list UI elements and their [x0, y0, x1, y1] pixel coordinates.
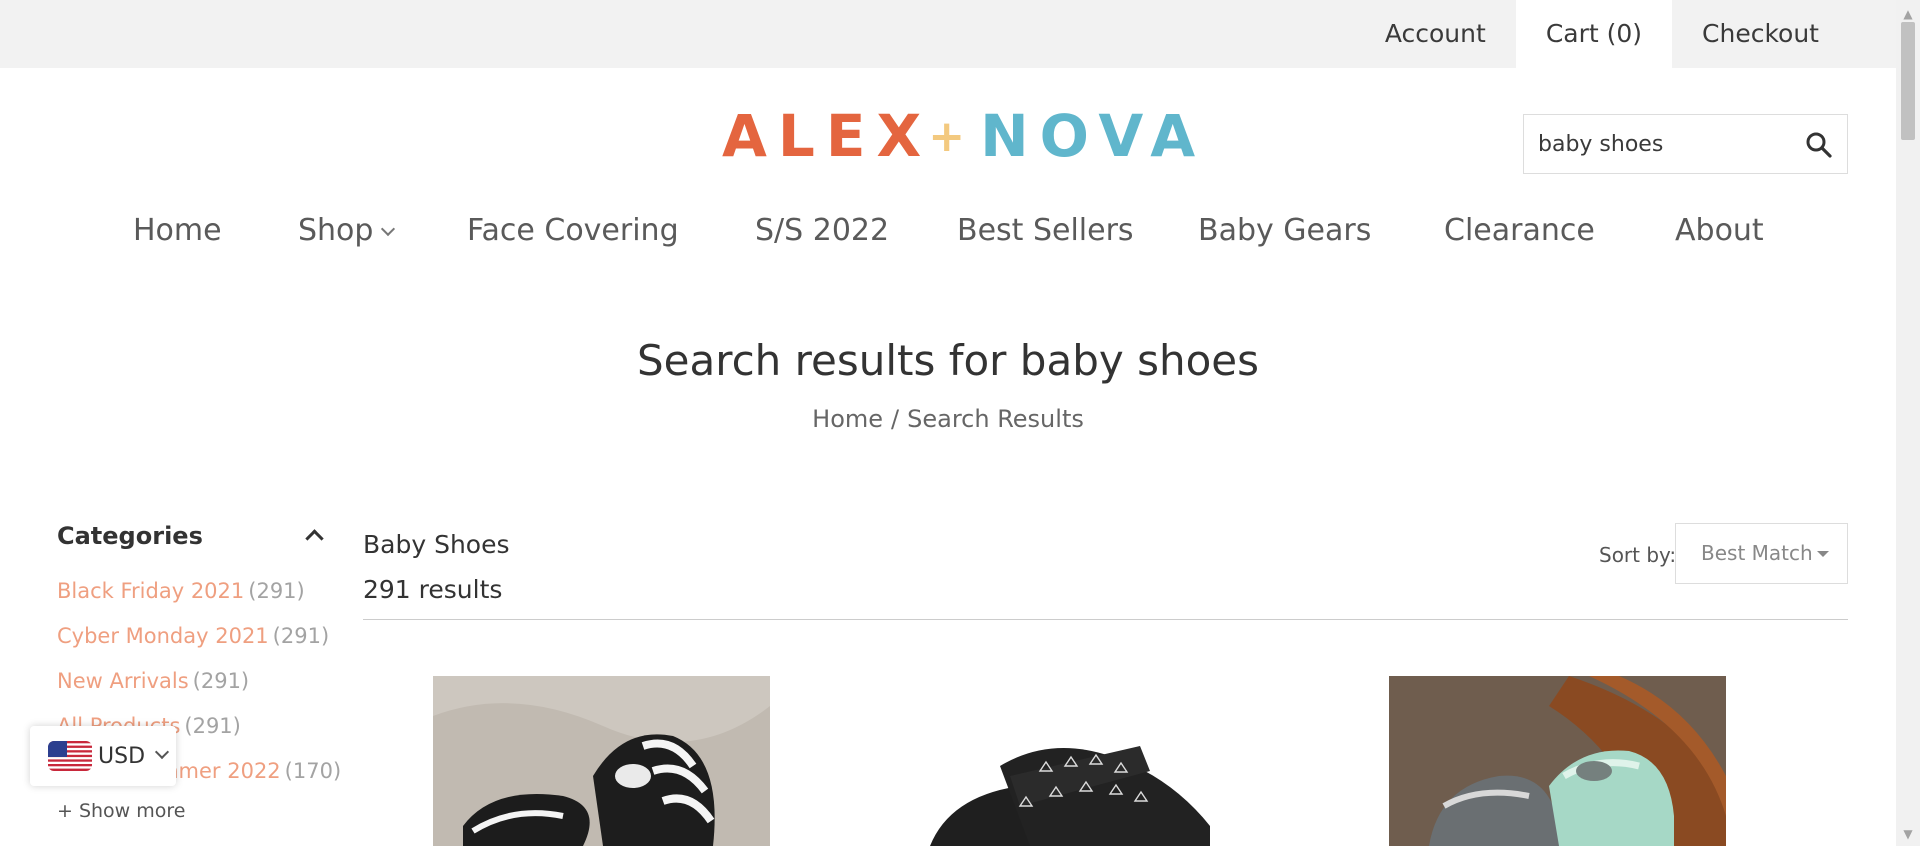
cart-link[interactable]: Cart (0)	[1515, 0, 1673, 68]
breadcrumb-home-link[interactable]: Home	[812, 405, 883, 433]
nav-item-label: Face Covering	[467, 213, 679, 248]
category-name[interactable]: Black Friday 2021	[57, 579, 244, 603]
sort-value: Best Match	[1701, 541, 1813, 565]
product-image[interactable]	[1389, 676, 1726, 846]
search-box	[1523, 114, 1848, 174]
caret-down-icon	[1816, 551, 1829, 557]
breadcrumb: Home / Search Results	[0, 405, 1896, 433]
collection-title: Baby Shoes	[363, 530, 510, 559]
checkout-link[interactable]: Checkout	[1672, 0, 1849, 68]
breadcrumb-separator: /	[891, 405, 900, 433]
scrollbar-thumb[interactable]	[1901, 22, 1915, 140]
sort-dropdown[interactable]: Best Match	[1675, 523, 1848, 584]
chevron-up-icon[interactable]	[305, 529, 324, 548]
nav-item-label: Home	[133, 213, 222, 248]
product-card[interactable]	[433, 676, 770, 846]
logo-plus: +	[928, 110, 977, 162]
currency-selector[interactable]: USD	[30, 726, 176, 786]
category-item[interactable]: New Arrivals (291)	[57, 660, 327, 705]
nav-item-label: Baby Gears	[1198, 213, 1372, 248]
category-count: (170)	[284, 759, 342, 783]
chevron-down-icon	[154, 744, 170, 760]
nav-item-label: Best Sellers	[957, 213, 1134, 248]
results-count: 291 results	[363, 575, 503, 604]
category-count: (291)	[248, 579, 305, 603]
nav-item-clearance[interactable]: Clearance	[1444, 206, 1595, 256]
categories-header[interactable]: Categories	[57, 522, 327, 558]
product-image[interactable]	[433, 676, 770, 846]
sort-label: Sort by:	[1599, 543, 1677, 567]
currency-code: USD	[98, 743, 146, 769]
page-scrollbar[interactable]: ▲ ▼	[1896, 0, 1920, 846]
nav-item-label: Clearance	[1444, 213, 1595, 248]
nav-item-home[interactable]: Home	[133, 206, 222, 256]
show-more-link[interactable]: + Show more	[57, 800, 185, 822]
product-card[interactable]	[910, 676, 1247, 846]
nav-item-baby-gears[interactable]: Baby Gears	[1198, 206, 1371, 256]
category-item[interactable]: Black Friday 2021 (291)	[57, 570, 327, 615]
breadcrumb-current: Search Results	[907, 405, 1084, 433]
category-name[interactable]: Cyber Monday 2021	[57, 624, 269, 648]
nav-item-shop[interactable]: Shop	[298, 206, 396, 256]
account-links: Account Cart (0) Checkout	[1355, 0, 1849, 68]
nav-item-ss-2022[interactable]: S/S 2022	[755, 206, 889, 256]
product-card[interactable]	[1389, 676, 1726, 846]
top-utility-bar: Account Cart (0) Checkout	[0, 0, 1896, 68]
category-name[interactable]: New Arrivals	[57, 669, 189, 693]
results-divider	[363, 619, 1848, 620]
nav-item-label: S/S 2022	[755, 213, 890, 248]
us-flag-icon	[48, 741, 92, 771]
categories-title: Categories	[57, 522, 203, 550]
scroll-down-arrow-icon[interactable]: ▼	[1896, 824, 1920, 844]
brand-logo[interactable]: ALEX + NOVA	[722, 102, 1207, 170]
chevron-down-icon	[381, 221, 396, 237]
category-count: (291)	[272, 624, 330, 648]
nav-item-about[interactable]: About	[1675, 206, 1764, 256]
search-icon[interactable]	[1805, 131, 1833, 159]
logo-text-nova: NOVA	[980, 102, 1207, 170]
search-input[interactable]	[1538, 115, 1788, 173]
category-count: (291)	[184, 714, 241, 738]
product-image[interactable]	[910, 676, 1247, 846]
nav-item-face-covering[interactable]: Face Covering	[467, 206, 679, 256]
page-title: Search results for baby shoes	[637, 336, 1259, 385]
category-item[interactable]: Cyber Monday 2021 (291)	[57, 615, 330, 660]
category-count: (291)	[192, 669, 250, 693]
account-link[interactable]: Account	[1355, 0, 1516, 68]
scroll-up-arrow-icon[interactable]: ▲	[1896, 4, 1920, 24]
nav-item-label: About	[1675, 213, 1764, 248]
nav-item-best-sellers[interactable]: Best Sellers	[957, 206, 1134, 256]
nav-item-label: Shop	[298, 213, 374, 248]
main-navigation: Home Shop Face Covering S/S 2022 Best Se…	[0, 206, 1896, 256]
logo-text-alex: ALEX	[722, 102, 933, 170]
